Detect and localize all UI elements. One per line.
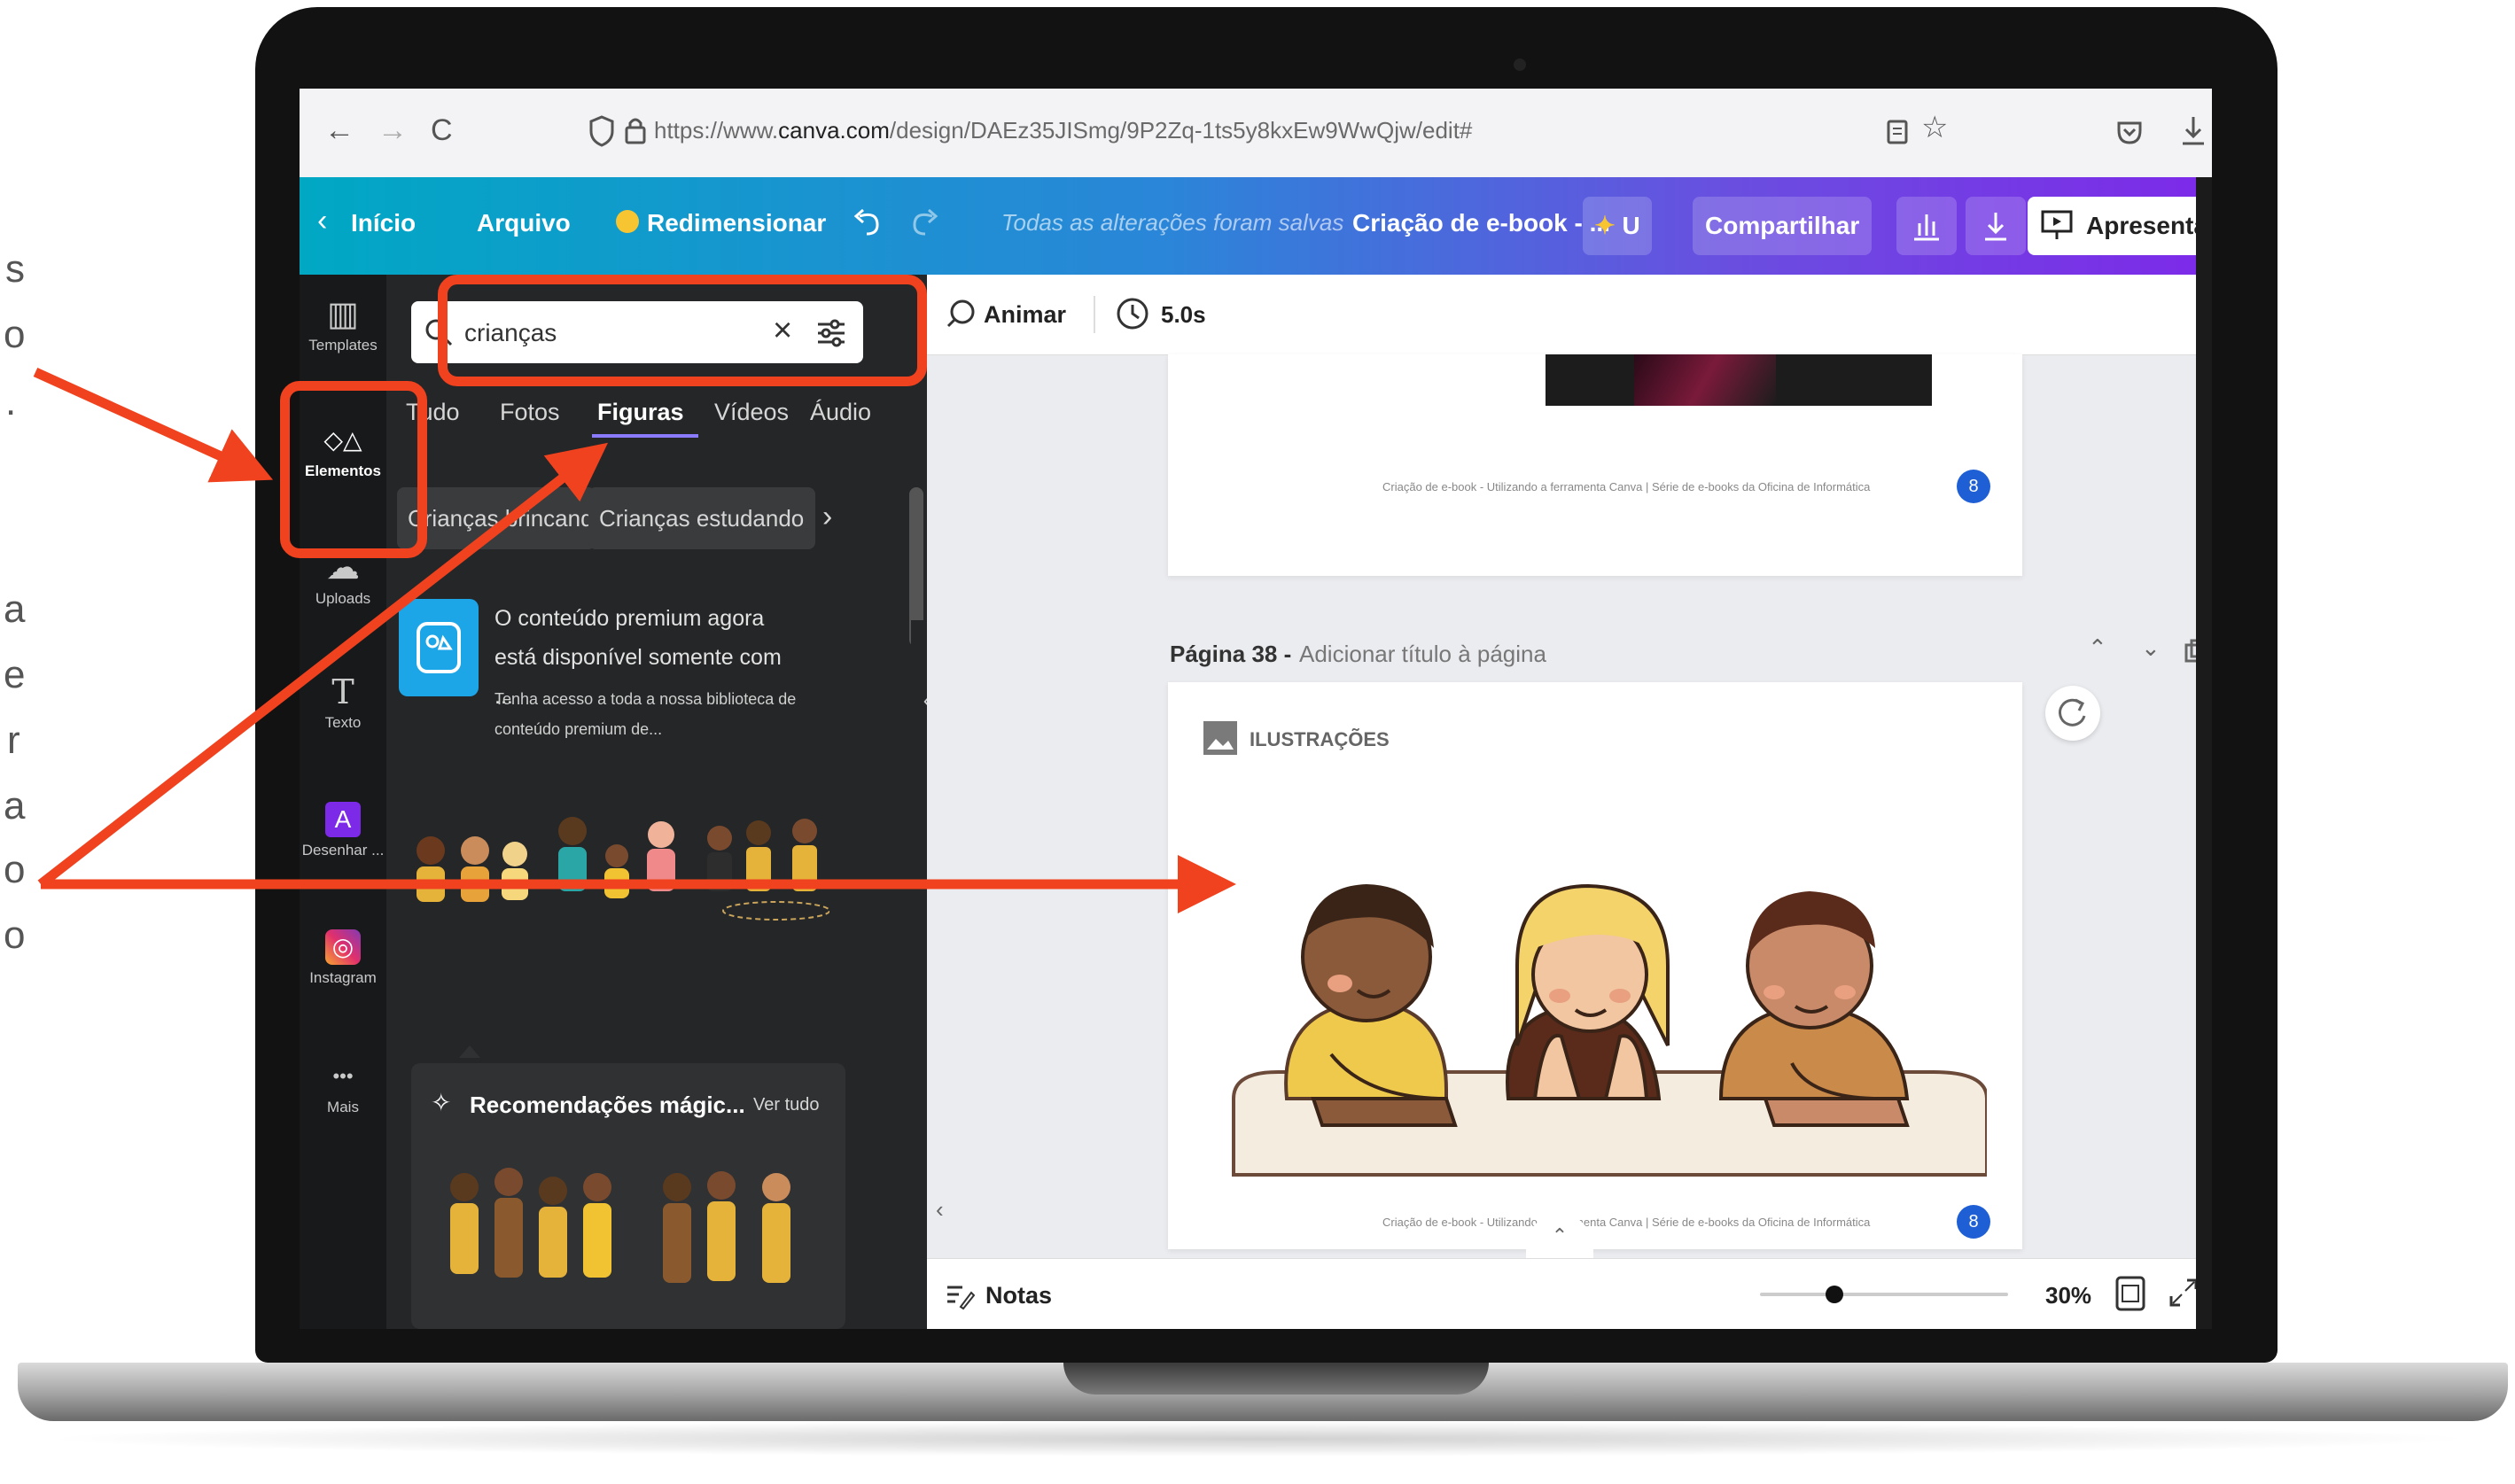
annotation-arrows [33, 367, 1236, 913]
arrow-to-figuras-tab [37, 442, 609, 889]
arrow-to-elements [33, 367, 274, 483]
